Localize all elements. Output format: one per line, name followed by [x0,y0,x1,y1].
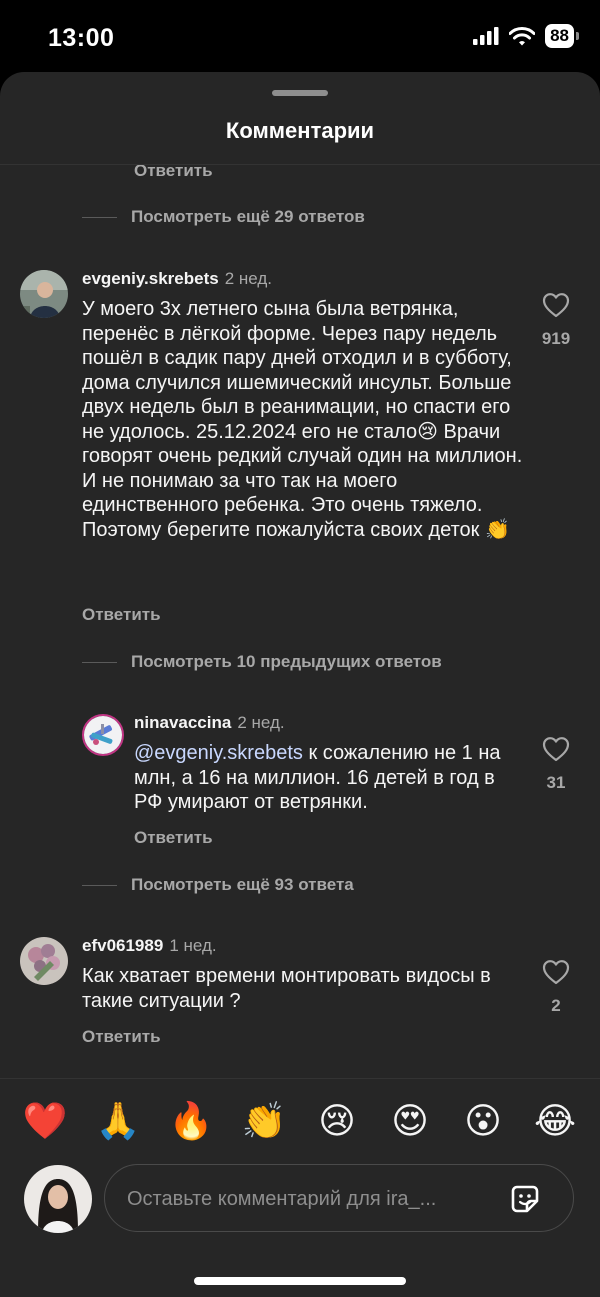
home-indicator [194,1277,406,1285]
thread-line [82,661,117,663]
comment-input[interactable] [125,1181,499,1217]
comment-text: @evgeniy.skrebets к сожалению не 1 на мл… [134,741,519,815]
comment-text: Как хватает времени монтировать видосы в… [82,965,491,1012]
avatar[interactable] [20,937,68,985]
view-more-replies[interactable]: Посмотреть ещё 29 ответов [82,207,365,227]
timestamp: 1 нед. [169,936,217,955]
current-user-avatar [24,1165,92,1233]
heart-icon [542,293,570,318]
reaction-fire[interactable]: 🔥 [167,1101,215,1143]
status-icons: 88 [473,24,579,48]
view-more-replies[interactable]: Посмотреть ещё 93 ответа [82,875,354,895]
username[interactable]: evgeniy.skrebets [82,269,219,288]
like-button[interactable]: 31 [526,736,586,793]
reaction-heart[interactable]: ❤️ [21,1101,69,1143]
reaction-heart-eyes[interactable]: 😍 [386,1101,434,1143]
sheet-grabber[interactable] [272,90,328,96]
wifi-icon [509,26,536,45]
reaction-wow[interactable]: 😮 [459,1101,507,1143]
comment-text: У моего 3х летнего сына была ветрянка, п… [82,298,523,541]
signal-icon [473,27,499,45]
mention-link[interactable]: @evgeniy.skrebets [134,742,303,764]
avatar[interactable] [82,714,124,756]
status-time: 13:00 [48,24,115,52]
battery-icon: 88 [545,24,579,48]
comment-list[interactable]: Ответить Посмотреть ещё 29 ответов evgen… [0,165,600,1075]
status-bar: 13:00 88 [0,0,600,72]
like-button[interactable]: 919 [526,292,586,349]
reaction-clap[interactable]: 👏 [240,1101,288,1143]
comments-sheet: Комментарии Ответить Посмотреть ещё 29 о… [0,72,600,1297]
sheet-title: Комментарии [225,118,375,143]
comment-composer [104,1164,574,1232]
like-count: 2 [551,996,561,1015]
thread-line [82,216,117,218]
thread-line [82,884,117,886]
view-more-replies[interactable]: Посмотреть 10 предыдущих ответов [82,652,442,672]
like-count: 31 [546,773,566,792]
timestamp: 2 нед. [224,269,273,288]
heart-icon [542,737,570,762]
avatar[interactable] [20,270,68,318]
comment-header: efv061989 1 нед. [82,936,217,956]
reaction-laugh[interactable]: 😂 [531,1101,579,1143]
like-button[interactable]: 2 [526,959,586,1016]
view-more-replies-label: Посмотреть ещё 29 ответов [131,207,365,226]
reply-button[interactable]: Ответить [82,605,161,625]
view-more-replies-label: Посмотреть ещё 93 ответа [131,875,354,894]
timestamp: 2 нед. [237,713,285,732]
view-more-replies-label: Посмотреть 10 предыдущих ответов [131,652,442,671]
reply-button[interactable]: Ответить [134,828,213,848]
reply-button[interactable]: Ответить [82,1027,161,1047]
username[interactable]: efv061989 [82,936,163,955]
comment-header: evgeniy.skrebets 2 нед. [82,269,272,289]
heart-icon [542,960,570,985]
reaction-pray[interactable]: 🙏 [94,1101,142,1143]
like-count: 919 [541,329,571,348]
sticker-icon[interactable] [507,1181,543,1217]
reaction-cry[interactable]: 😢 [313,1101,361,1143]
quick-reactions-bar: ❤️ 🙏 🔥 👏 😢 😍 😮 😂 [0,1078,600,1159]
comment-header: ninavaccina 2 нед. [134,713,285,733]
username[interactable]: ninavaccina [134,713,231,732]
reply-button[interactable]: Ответить [134,165,213,181]
